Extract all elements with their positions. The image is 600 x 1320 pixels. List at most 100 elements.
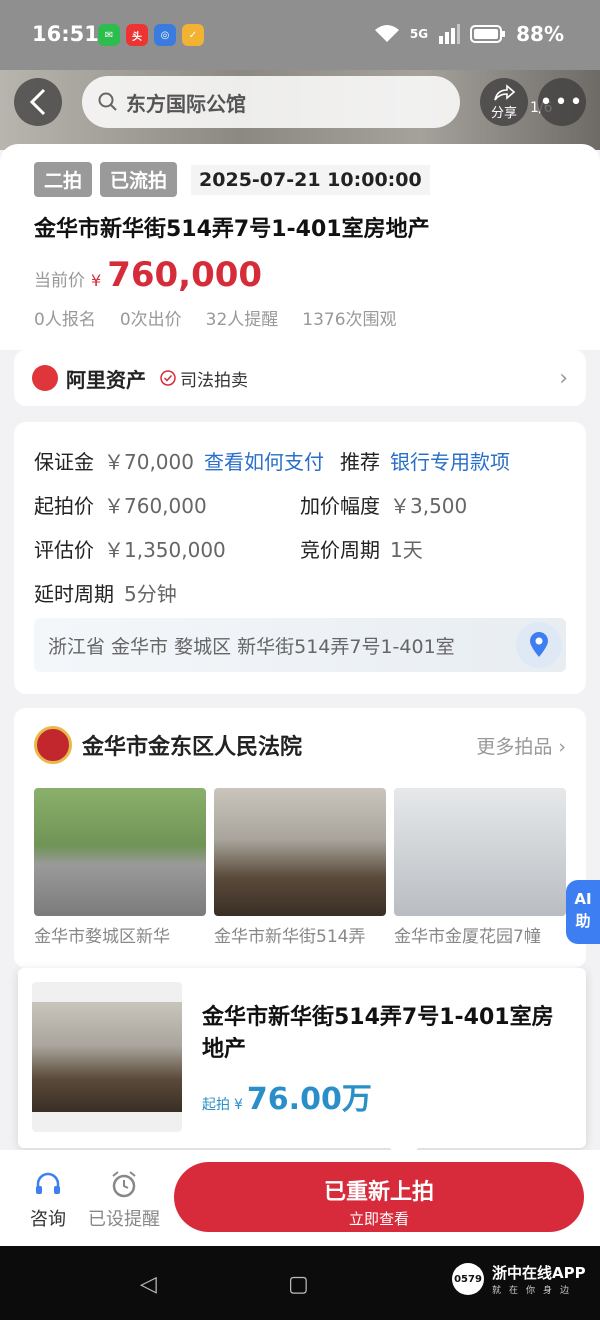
- share-button[interactable]: 分享: [480, 78, 528, 126]
- reminder-label: 已设提醒: [88, 1209, 160, 1230]
- status-tag: 已流拍: [100, 162, 178, 197]
- more-dots-icon: •••: [539, 89, 585, 115]
- judicial-badge-label: 司法拍卖: [180, 370, 248, 391]
- battery-level: 88%: [516, 22, 564, 46]
- more-button[interactable]: •••: [538, 78, 586, 126]
- increment-label: 加价幅度: [300, 493, 380, 518]
- item-caption: 金华市婺城区新华: [34, 927, 170, 947]
- wechat-icon: ✉: [98, 24, 120, 46]
- auction-datetime: 2025-07-21 10:00:00: [191, 164, 430, 195]
- stat-bids: 0次出价: [119, 310, 182, 330]
- chevron-right-icon: ›: [559, 365, 568, 391]
- current-price: 当前价 ¥ 760,000: [34, 255, 566, 295]
- appraisal-value: ￥1,350,000: [104, 537, 226, 562]
- consult-button[interactable]: 咨询: [30, 1170, 66, 1231]
- popup-price-prefix: 起拍: [202, 1097, 230, 1113]
- relisted-popup[interactable]: 金华市新华街514弄7号1-401室房地产 起拍 ¥ 76.00万: [18, 968, 586, 1163]
- nav-home-icon[interactable]: ▢: [288, 1272, 309, 1297]
- listing-summary-card: 二拍 已流拍 2025-07-21 10:00:00 金华市新华街514弄7号1…: [0, 144, 600, 350]
- popup-price-currency: ¥: [234, 1097, 243, 1113]
- price-currency: ¥: [91, 271, 102, 290]
- stat-reminders: 32人提醒: [205, 310, 279, 330]
- coupon-icon: ✓: [182, 24, 204, 46]
- news-app-icon: ◎: [154, 24, 176, 46]
- headset-icon: [36, 1172, 60, 1194]
- period-label: 竞价周期: [300, 537, 380, 562]
- brand-name: 浙中在线APP: [492, 1264, 586, 1282]
- court-card: 金华市金东区人民法院 更多拍品 › 金华市婺城区新华 金华市新华街514弄 金华…: [14, 708, 586, 968]
- ai-label-sub: 助: [575, 912, 591, 930]
- ali-assets-logo: [32, 365, 58, 391]
- item-photo: [394, 788, 566, 916]
- map-pin-icon: [516, 622, 562, 668]
- platform-row[interactable]: 阿里资产 司法拍卖 ›: [14, 350, 586, 406]
- delay-value: 5分钟: [124, 581, 177, 606]
- chevron-left-icon: [29, 88, 46, 116]
- recommend-label: 推荐: [339, 449, 380, 474]
- popup-price: 起拍 ¥ 76.00万: [202, 1074, 372, 1118]
- bank-account-link[interactable]: 银行专用款项: [390, 446, 510, 475]
- consult-label: 咨询: [30, 1209, 66, 1230]
- item-caption: 金华市新华街514弄: [214, 927, 366, 947]
- stat-views: 1376次围观: [302, 310, 397, 330]
- court-emblem-icon: [34, 726, 72, 764]
- popup-title: 金华市新华街514弄7号1-401室房地产: [202, 1005, 554, 1062]
- delay-label: 延时周期: [34, 581, 114, 606]
- start-price-value: ￥760,000: [104, 493, 207, 518]
- judicial-badge: 司法拍卖: [160, 366, 248, 391]
- status-right: 5G 88%: [374, 22, 564, 46]
- cta-subtitle: 立即查看: [348, 1210, 409, 1228]
- start-price-row: 起拍价 ￥760,000 加价幅度 ￥3,500: [34, 482, 566, 526]
- more-items-link[interactable]: 更多拍品 ›: [476, 732, 566, 759]
- deposit-row: 保证金 ￥70,000 查看如何支付 推荐 银行专用款项: [34, 438, 566, 482]
- listing-tags: 二拍 已流拍 2025-07-21 10:00:00: [34, 162, 566, 197]
- increment-value: ￥3,500: [390, 493, 468, 518]
- court-item[interactable]: 金华市新华街514弄: [214, 788, 386, 947]
- platform-name: 阿里资产: [66, 367, 146, 392]
- appraisal-label: 评估价: [34, 537, 94, 562]
- court-item[interactable]: 金华市金厦花园7幢: [394, 788, 566, 947]
- brand-logo: 0579: [452, 1263, 484, 1295]
- auction-details-card: 保证金 ￥70,000 查看如何支付 推荐 银行专用款项 起拍价 ￥760,00…: [14, 422, 586, 694]
- brand-slogan: 就在你身边: [492, 1286, 578, 1296]
- alarm-clock-icon: [112, 1171, 136, 1198]
- address-text: 浙江省 金华市 婺城区 新华街514弄7号1-401室: [48, 635, 455, 658]
- share-label: 分享: [490, 105, 517, 121]
- ai-label: AI: [574, 890, 592, 908]
- how-to-pay-link[interactable]: 查看如何支付: [204, 446, 324, 475]
- listing-stats: 0人报名 0次出价 32人提醒 1376次围观: [34, 305, 566, 330]
- signal-icon: [439, 24, 461, 44]
- relisted-cta-button[interactable]: 已重新上拍 立即查看: [174, 1162, 584, 1232]
- court-item[interactable]: 金华市婺城区新华: [34, 788, 206, 947]
- round-tag: 二拍: [34, 162, 93, 197]
- court-name: 金华市金东区人民法院: [82, 735, 303, 760]
- status-bar: 16:51 ✉ 头 ◎ ✓ 5G 88%: [0, 0, 600, 70]
- search-bar[interactable]: 东方国际公馆: [82, 76, 460, 128]
- price-value: 760,000: [107, 255, 263, 295]
- battery-icon: [470, 25, 506, 43]
- notification-icons: ✉ 头 ◎ ✓: [98, 24, 204, 46]
- stat-signups: 0人报名: [34, 310, 96, 330]
- network-label: 5G: [409, 27, 429, 41]
- address-bar[interactable]: 浙江省 金华市 婺城区 新华街514弄7号1-401室: [34, 618, 566, 672]
- toutiao-icon: 头: [126, 24, 148, 46]
- back-button[interactable]: [14, 78, 62, 126]
- court-header: 金华市金东区人民法院 更多拍品 ›: [34, 726, 566, 764]
- check-circle-icon: [160, 370, 176, 386]
- appraisal-row: 评估价 ￥1,350,000 竞价周期 1天: [34, 526, 566, 570]
- period-value: 1天: [390, 537, 423, 562]
- popup-price-value: 76.00万: [246, 1082, 372, 1117]
- deposit-label: 保证金: [34, 449, 94, 474]
- status-time: 16:51: [32, 22, 99, 46]
- search-icon: [98, 92, 117, 111]
- item-photo: [34, 788, 206, 916]
- start-price-label: 起拍价: [34, 493, 94, 518]
- listing-title: 金华市新华街514弄7号1-401室房地产: [34, 217, 430, 242]
- search-text: 东方国际公馆: [126, 91, 246, 116]
- reminder-button[interactable]: 已设提醒: [88, 1170, 160, 1231]
- wifi-icon: [374, 25, 399, 42]
- share-icon: [494, 83, 515, 100]
- ai-assistant-tab[interactable]: AI 助: [566, 880, 600, 944]
- nav-back-icon[interactable]: ◁: [140, 1272, 157, 1297]
- popup-photo: [32, 982, 182, 1132]
